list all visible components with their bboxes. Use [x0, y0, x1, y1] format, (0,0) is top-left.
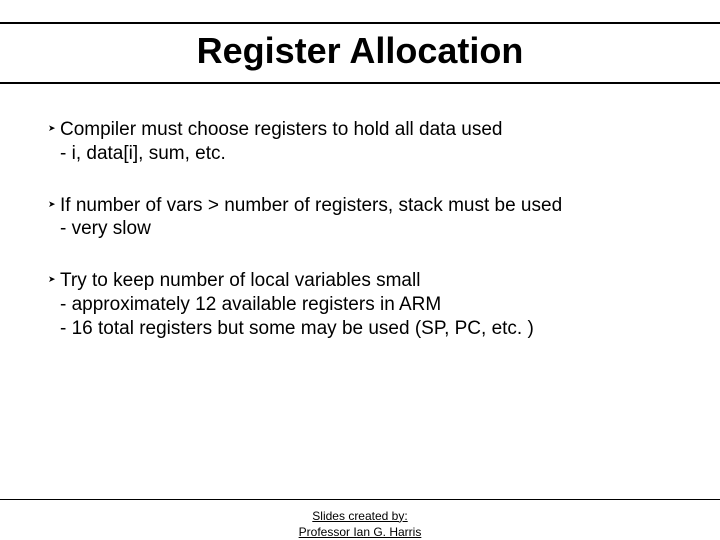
title-band: Register Allocation — [0, 22, 720, 84]
bullet-sub-text: - approximately 12 available registers i… — [60, 293, 670, 317]
bullet-lead-line: ➤ Try to keep number of local variables … — [60, 269, 670, 293]
slide: Register Allocation ➤ Compiler must choo… — [0, 22, 720, 540]
bullet-sub-text: - very slow — [60, 217, 670, 241]
bullet-lead-text: Try to keep number of local variables sm… — [60, 270, 420, 291]
footer-rule — [0, 499, 720, 500]
bullet-item: ➤ Try to keep number of local variables … — [60, 269, 670, 340]
bullet-lead-line: ➤ Compiler must choose registers to hold… — [60, 118, 670, 142]
bullet-lead-line: ➤ If number of vars > number of register… — [60, 194, 670, 218]
bullet-item: ➤ If number of vars > number of register… — [60, 194, 670, 242]
bullet-sub-text: - 16 total registers but some may be use… — [60, 317, 670, 341]
footer-line-2: Professor Ian G. Harris — [299, 525, 422, 539]
bullet-item: ➤ Compiler must choose registers to hold… — [60, 118, 670, 166]
chevron-right-icon: ➤ — [48, 200, 56, 209]
bullet-lead-text: Compiler must choose registers to hold a… — [60, 119, 503, 140]
chevron-right-icon: ➤ — [48, 275, 56, 284]
bullet-sub-text: - i, data[i], sum, etc. — [60, 142, 670, 166]
slide-content: ➤ Compiler must choose registers to hold… — [0, 84, 720, 340]
footer: Slides created by: Professor Ian G. Harr… — [0, 508, 720, 540]
chevron-right-icon: ➤ — [48, 124, 56, 133]
footer-line-1: Slides created by: — [312, 509, 407, 523]
bullet-lead-text: If number of vars > number of registers,… — [60, 195, 562, 216]
slide-title: Register Allocation — [0, 30, 720, 72]
